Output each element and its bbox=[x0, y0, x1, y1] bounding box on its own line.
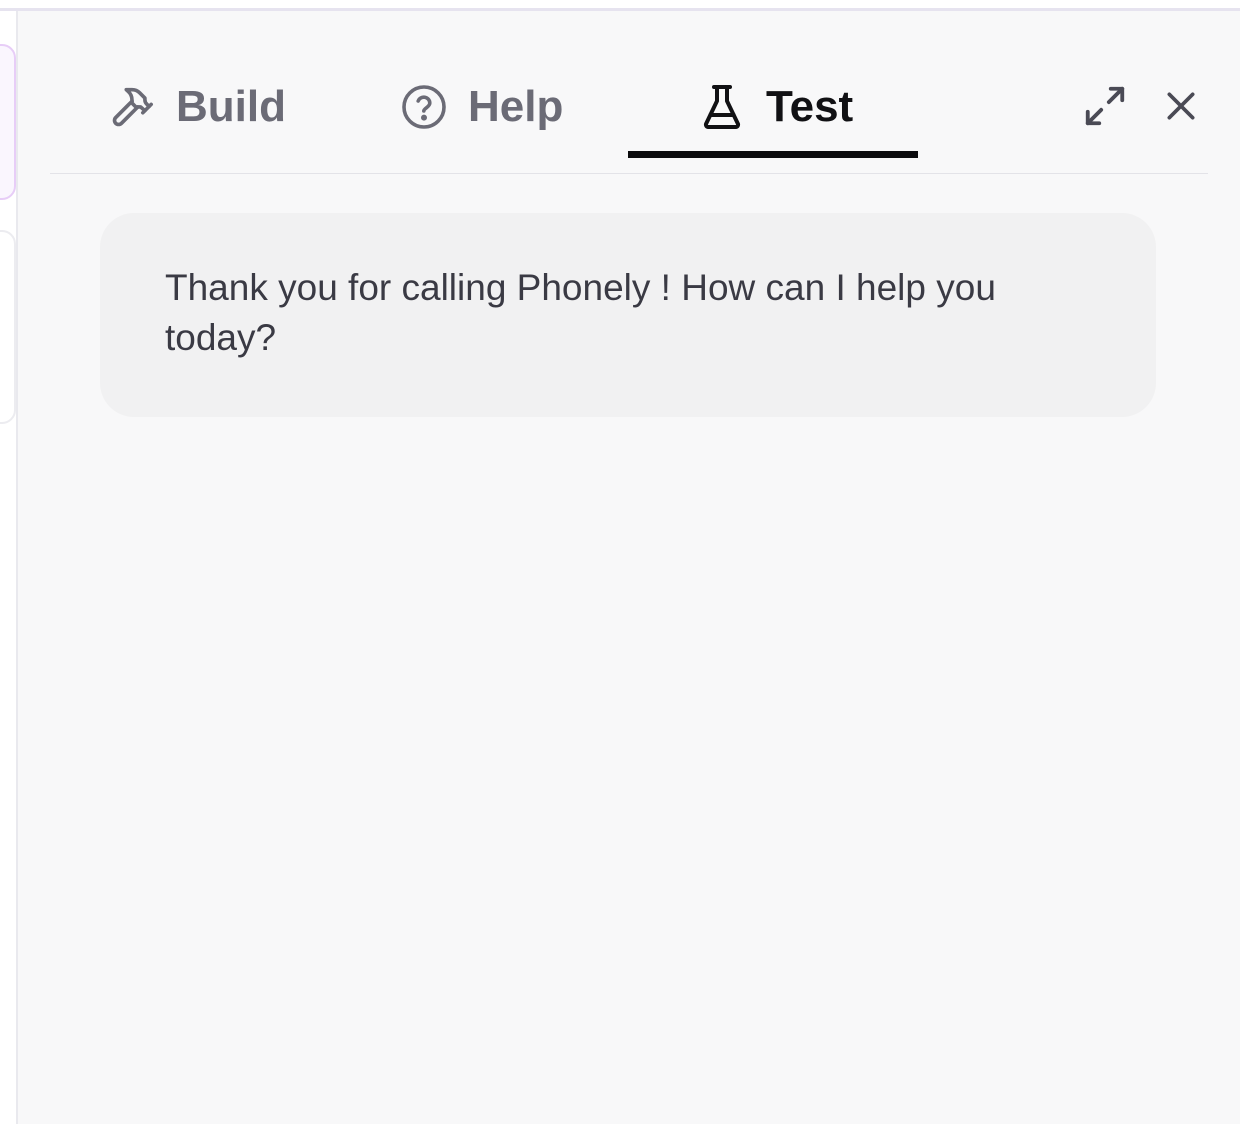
close-icon bbox=[1161, 86, 1201, 131]
expand-icon bbox=[1082, 83, 1128, 134]
assistant-message-bubble: Thank you for calling Phonely ! How can … bbox=[100, 213, 1156, 417]
left-selected-card[interactable] bbox=[0, 44, 16, 200]
tab-build-label: Build bbox=[176, 82, 286, 131]
question-circle-icon bbox=[400, 83, 448, 131]
hammer-icon bbox=[108, 83, 156, 131]
tab-build[interactable]: Build bbox=[108, 81, 286, 133]
expand-button[interactable] bbox=[1080, 83, 1130, 133]
side-panel: Build Help Test Thank you for calling Ph… bbox=[18, 11, 1240, 1124]
flask-icon bbox=[698, 83, 746, 131]
tab-help[interactable]: Help bbox=[400, 81, 563, 133]
tab-bar: Build Help Test bbox=[50, 11, 1208, 174]
active-tab-indicator bbox=[628, 151, 918, 158]
top-border bbox=[0, 0, 1240, 11]
tab-test-label: Test bbox=[766, 82, 854, 131]
tab-help-label: Help bbox=[468, 82, 564, 131]
close-button[interactable] bbox=[1156, 83, 1206, 133]
assistant-message-text: Thank you for calling Phonely ! How can … bbox=[165, 267, 996, 358]
left-card[interactable] bbox=[0, 230, 16, 424]
tab-test[interactable]: Test bbox=[698, 81, 853, 133]
